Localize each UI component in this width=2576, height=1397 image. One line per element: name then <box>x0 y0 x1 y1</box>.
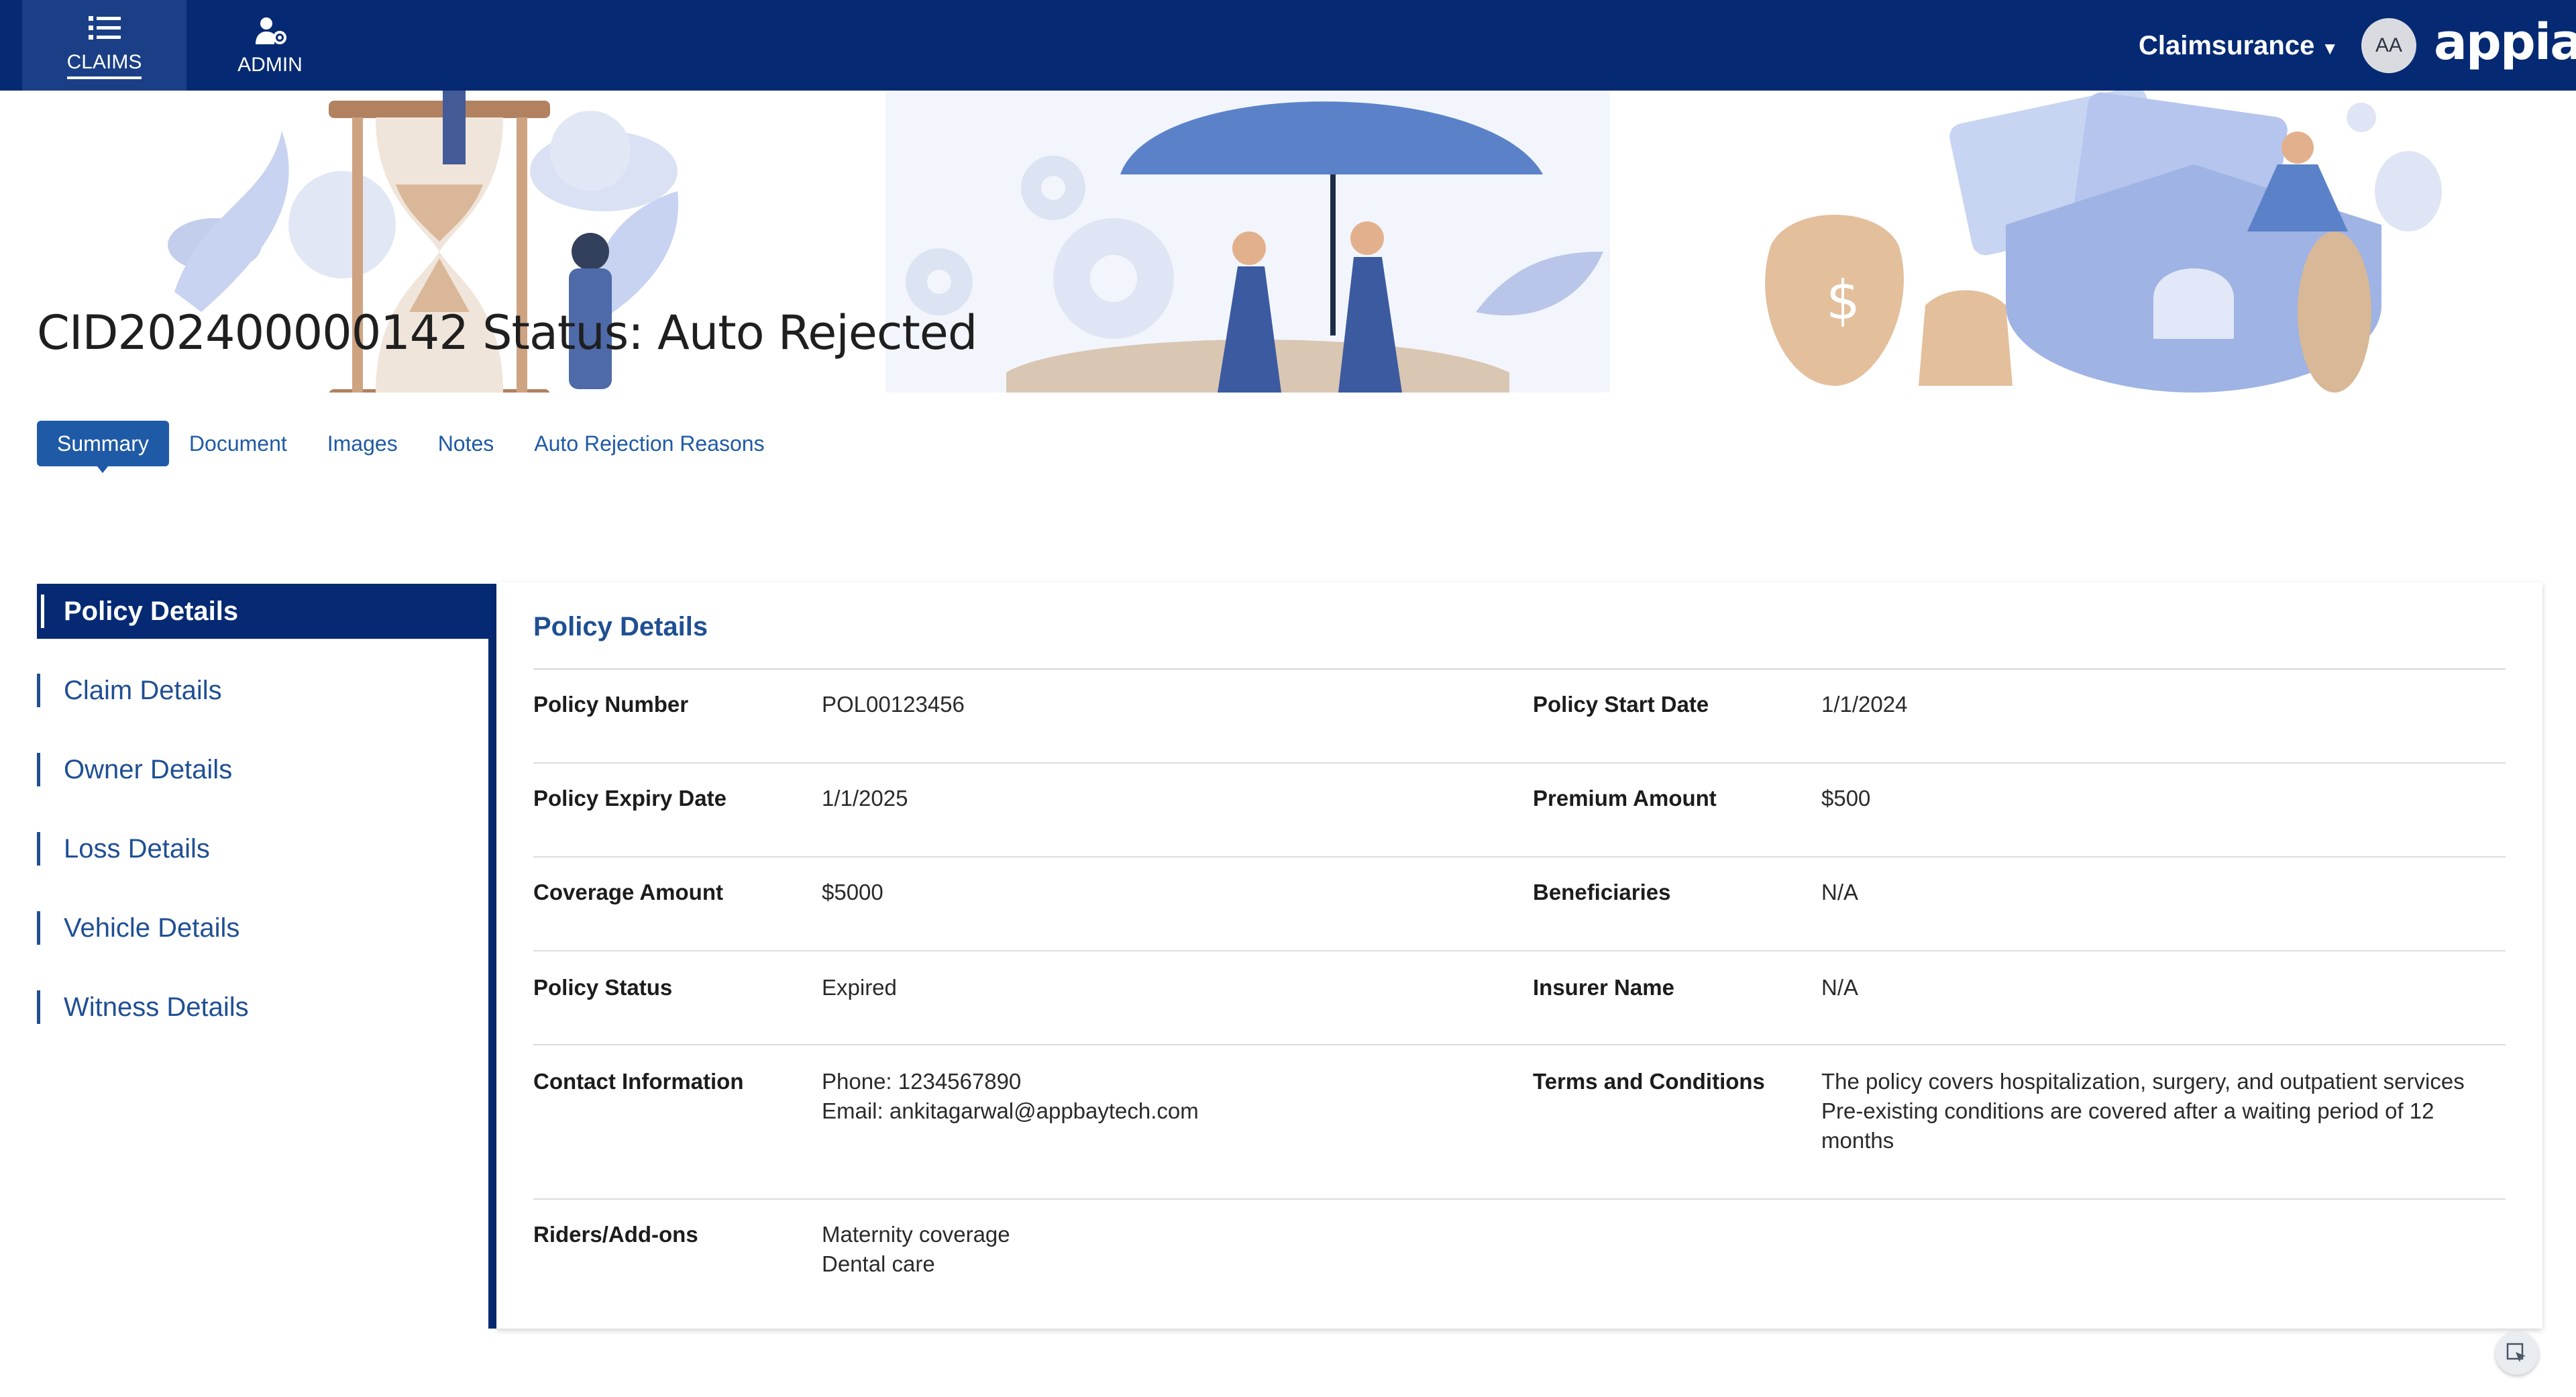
field-label: Insurer Name <box>1533 975 1674 1000</box>
field-label: Premium Amount <box>1533 786 1717 811</box>
section-sidebar: Policy Details Claim Details Owner Detai… <box>37 584 496 1329</box>
record-tabs: Summary Document Images Notes Auto Rejec… <box>37 421 785 473</box>
value-line: The policy covers hospitalization, surge… <box>1821 1069 2465 1094</box>
sidebar-item-claim-details[interactable]: Claim Details <box>37 663 488 718</box>
user-avatar[interactable]: AA <box>2361 18 2416 73</box>
field-label: Policy Status <box>533 975 673 1000</box>
field-value: 1/1/2025 <box>822 784 1493 813</box>
nav-tab-admin[interactable]: ADMIN <box>188 0 352 91</box>
value-line: POL00123456 <box>822 692 965 717</box>
value-line: Email: ankitagarwal@appbaytech.com <box>822 1098 1199 1123</box>
value-line: N/A <box>1821 975 1859 1000</box>
value-line: 1/1/2025 <box>822 786 908 811</box>
sidebar-item-vehicle-details[interactable]: Vehicle Details <box>37 900 488 955</box>
field-label: Terms and Conditions <box>1533 1069 1765 1094</box>
field-value: Expired <box>822 973 1493 1002</box>
detail-row: Contact Information Phone: 1234567890 Em… <box>533 1045 2506 1200</box>
value-line: months <box>1821 1128 1894 1153</box>
value-line: $5000 <box>822 880 883 904</box>
field-label: Contact Information <box>533 1069 744 1094</box>
value-line: 1/1/2024 <box>1821 692 1908 717</box>
field-value: Maternity coverage Dental care <box>822 1220 1493 1279</box>
appian-logo: appian <box>2434 13 2576 71</box>
field-label: Policy Start Date <box>1533 692 1709 717</box>
sidebar-item-owner-details[interactable]: Owner Details <box>37 742 488 797</box>
field-value: $500 <box>1821 784 2499 813</box>
svg-text:$: $ <box>1826 269 1860 331</box>
value-line: Phone: 1234567890 <box>822 1069 1022 1094</box>
nav-tab-label: CLAIMS <box>66 51 142 79</box>
field-value: N/A <box>1821 973 2499 1002</box>
tab-images[interactable]: Images <box>307 421 418 466</box>
detail-row: Policy Number POL00123456 Policy Start D… <box>533 670 2506 764</box>
tab-document[interactable]: Document <box>169 421 307 466</box>
feedback-button[interactable] <box>2496 1332 2538 1375</box>
app-switcher-dropdown[interactable]: Claimsurance ▼ <box>2139 25 2339 66</box>
detail-row: Policy Status Expired Insurer Name N/A <box>533 951 2506 1045</box>
field-label: Policy Expiry Date <box>533 786 727 811</box>
detail-row: Policy Expiry Date 1/1/2025 Premium Amou… <box>533 764 2506 858</box>
panel-title: Policy Details <box>533 612 708 641</box>
policy-details-panel: Policy Details Policy Number POL00123456… <box>496 582 2542 1329</box>
tab-summary[interactable]: Summary <box>37 421 169 473</box>
sidebar-item-loss-details[interactable]: Loss Details <box>37 821 488 876</box>
caret-down-icon: ▼ <box>2321 38 2339 58</box>
value-line: Dental care <box>822 1251 935 1276</box>
header-banner-illustration: $ CID202400000142 Status: Auto Rejected <box>0 91 2576 393</box>
value-line: Expired <box>822 975 897 1000</box>
tab-notes[interactable]: Notes <box>418 421 515 466</box>
field-label: Coverage Amount <box>533 880 723 904</box>
page-title: CID202400000142 Status: Auto Rejected <box>37 305 977 360</box>
detail-row: Riders/Add-ons Maternity coverage Dental… <box>533 1200 2506 1314</box>
field-value: 1/1/2024 <box>1821 690 2499 719</box>
value-line: Maternity coverage <box>822 1222 1010 1247</box>
user-gear-icon <box>255 17 286 44</box>
field-value: N/A <box>1821 878 2499 907</box>
nav-tab-label: ADMIN <box>237 53 303 76</box>
field-label: Beneficiaries <box>1533 880 1671 904</box>
value-line: N/A <box>1821 880 1859 904</box>
value-line: Pre-existing conditions are covered afte… <box>1821 1098 2434 1123</box>
app-name: Claimsurance <box>2139 30 2315 60</box>
tab-auto-rejection-reasons[interactable]: Auto Rejection Reasons <box>514 421 784 466</box>
top-nav-bar: CLAIMS ADMIN Claimsurance ▼ AA appian <box>0 0 2576 91</box>
value-line: $500 <box>1821 786 1871 811</box>
field-value: POL00123456 <box>822 690 1493 719</box>
field-value: Phone: 1234567890 Email: ankitagarwal@ap… <box>822 1067 1493 1126</box>
field-value: $5000 <box>822 878 1493 907</box>
field-value: The policy covers hospitalization, surge… <box>1821 1067 2499 1155</box>
detail-row: Coverage Amount $5000 Beneficiaries N/A <box>533 858 2506 951</box>
cursor-select-icon <box>2506 1343 2526 1362</box>
sidebar-item-policy-details[interactable]: Policy Details <box>37 584 488 639</box>
field-label: Riders/Add-ons <box>533 1222 698 1247</box>
field-label: Policy Number <box>533 692 689 717</box>
nav-tab-claims[interactable]: CLAIMS <box>22 0 186 91</box>
list-icon <box>88 15 121 40</box>
sidebar-item-witness-details[interactable]: Witness Details <box>37 980 488 1035</box>
